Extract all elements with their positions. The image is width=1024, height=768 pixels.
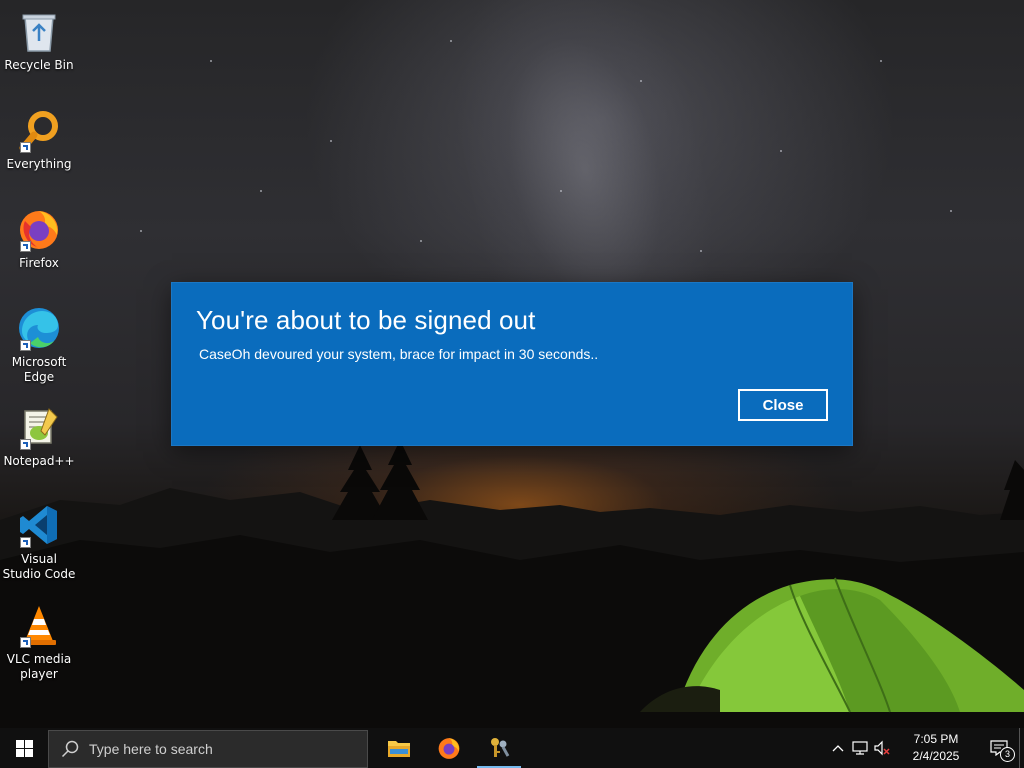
shortcut-arrow-icon	[20, 241, 31, 252]
search-icon	[61, 739, 81, 759]
chevron-up-icon	[832, 745, 844, 752]
desktop-icon-label: Everything	[6, 157, 72, 171]
shortcut-arrow-icon	[20, 537, 31, 548]
keys-app-icon	[491, 738, 510, 757]
desktop-icon-label: Notepad++	[3, 454, 75, 468]
clock-date: 2/4/2025	[912, 749, 960, 763]
taskbar-app-firefox[interactable]	[424, 728, 474, 768]
show-desktop-button[interactable]	[1019, 728, 1024, 768]
recycle-bin-icon	[14, 6, 64, 56]
network-button[interactable]	[849, 728, 871, 768]
everything-search-icon	[14, 105, 64, 155]
desktop-icon-firefox[interactable]: Firefox	[0, 204, 78, 271]
desktop-icon-label: Visual Studio Code	[2, 552, 76, 581]
desktop-icon-label: Microsoft Edge	[11, 355, 67, 384]
shortcut-arrow-icon	[20, 340, 31, 351]
start-button[interactable]	[0, 728, 48, 768]
taskbar-search-box[interactable]: Type here to search	[48, 729, 368, 768]
notification-count-badge: 3	[1000, 747, 1015, 762]
desktop-icon-vscode[interactable]: Visual Studio Code	[0, 500, 78, 582]
volume-button[interactable]	[871, 728, 893, 768]
clock[interactable]: 7:05 PM 2/4/2025	[899, 731, 973, 765]
desktop-icon-recycle-bin[interactable]: Recycle Bin	[0, 6, 78, 73]
clock-time: 7:05 PM	[913, 732, 959, 746]
volume-muted-icon	[874, 740, 890, 756]
edge-icon	[14, 303, 64, 353]
desktop-icon-notepad-plus-plus[interactable]: Notepad++	[0, 402, 78, 469]
windows-logo-icon	[15, 739, 33, 757]
firefox-icon	[14, 204, 64, 254]
taskbar: Type here to search 7:05 PM 2/4/2025 3	[0, 728, 1024, 768]
desktop-icon-label: Firefox	[19, 256, 59, 270]
shortcut-arrow-icon	[20, 439, 31, 450]
shortcut-arrow-icon	[20, 637, 31, 648]
desktop-icon-label: Recycle Bin	[4, 58, 74, 72]
file-explorer-icon	[388, 741, 410, 757]
network-icon	[852, 741, 868, 755]
action-center-button[interactable]: 3	[979, 728, 1019, 768]
vlc-icon	[14, 600, 64, 650]
show-hidden-icons-button[interactable]	[827, 728, 849, 768]
dialog-message: CaseOh devoured your system, brace for i…	[199, 346, 599, 362]
desktop-icon-label: VLC media player	[6, 652, 72, 681]
shortcut-arrow-icon	[20, 142, 31, 153]
close-button[interactable]: Close	[738, 389, 828, 421]
notepad-plus-plus-icon	[14, 402, 64, 452]
taskbar-app-keys[interactable]	[474, 728, 524, 768]
system-tray: 7:05 PM 2/4/2025 3	[827, 728, 1024, 768]
taskbar-app-file-explorer[interactable]	[374, 728, 424, 768]
vscode-icon	[14, 500, 64, 550]
sign-out-dialog: You're about to be signed out CaseOh dev…	[172, 283, 852, 445]
desktop-icon-everything[interactable]: Everything	[0, 105, 78, 172]
desktop-icon-edge[interactable]: Microsoft Edge	[0, 303, 78, 385]
dialog-title: You're about to be signed out	[196, 305, 536, 335]
desktop-icon-vlc[interactable]: VLC media player	[0, 600, 78, 682]
search-placeholder: Type here to search	[89, 740, 213, 757]
firefox-icon	[438, 738, 460, 759]
desktop: Recycle Bin Everything Firefox Microsoft…	[0, 0, 1024, 768]
